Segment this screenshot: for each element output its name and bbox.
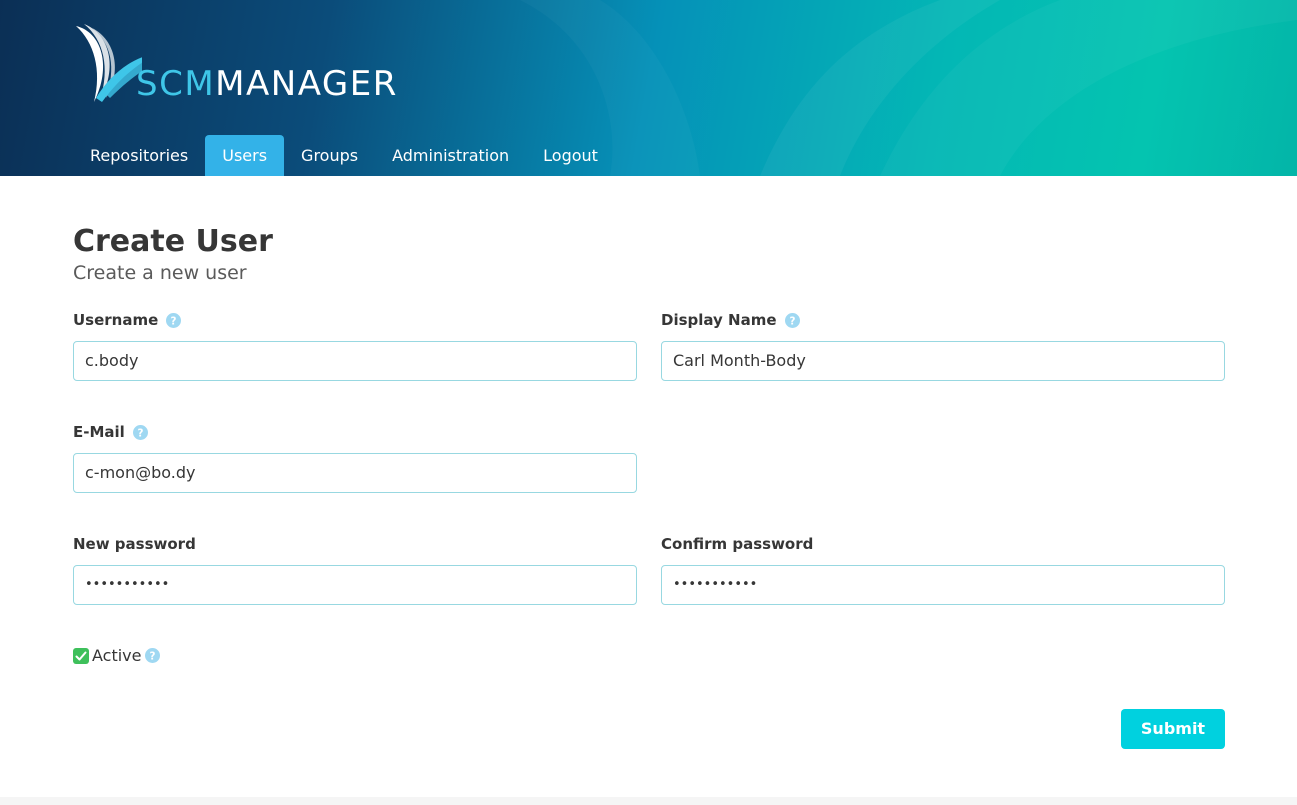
email-label: E-Mail <box>73 423 125 441</box>
display-name-input[interactable]: Carl Month-Body <box>661 341 1225 381</box>
svg-text:?: ? <box>137 427 143 439</box>
nav-item-repositories[interactable]: Repositories <box>73 135 205 176</box>
active-checkbox[interactable] <box>73 647 89 664</box>
active-help-icon[interactable]: ? <box>144 648 160 663</box>
username-help-icon[interactable]: ? <box>166 312 182 328</box>
display-name-help-icon[interactable]: ? <box>784 312 800 328</box>
svg-text:?: ? <box>149 650 155 662</box>
display-name-label-row: Display Name ? <box>661 311 800 329</box>
svg-text:?: ? <box>789 315 795 327</box>
main-nav: Repositories Users Groups Administration… <box>73 135 615 176</box>
active-label[interactable]: Active <box>92 646 142 665</box>
logo-mark-icon <box>76 24 142 102</box>
new-password-label-row: New password <box>73 535 196 553</box>
nav-item-groups[interactable]: Groups <box>284 135 375 176</box>
app-header: SCMMANAGER Repositories Users Groups Adm… <box>0 0 1297 176</box>
svg-text:?: ? <box>171 315 177 327</box>
nav-item-users[interactable]: Users <box>205 135 285 176</box>
new-password-label: New password <box>73 535 196 553</box>
logo-wordmark: SCMMANAGER <box>136 64 398 104</box>
username-input[interactable]: c.body <box>73 341 637 381</box>
confirm-password-input[interactable]: ••••••••••• <box>661 565 1225 605</box>
email-input[interactable]: c-mon@bo.dy <box>73 453 637 493</box>
logo-scm-text: SCM <box>136 64 216 104</box>
footer-strip <box>0 797 1297 805</box>
page-title: Create User <box>73 224 273 259</box>
confirm-password-label-row: Confirm password <box>661 535 813 553</box>
nav-item-administration[interactable]: Administration <box>375 135 526 176</box>
nav-item-logout[interactable]: Logout <box>526 135 615 176</box>
confirm-password-label: Confirm password <box>661 535 814 553</box>
username-label: Username <box>73 311 159 329</box>
logo-manager-text: MANAGER <box>215 64 398 104</box>
page-subtitle: Create a new user <box>73 262 247 284</box>
username-label-row: Username ? <box>73 311 182 329</box>
display-name-label: Display Name <box>661 311 777 329</box>
scm-manager-logo[interactable]: SCMMANAGER <box>72 22 412 104</box>
email-help-icon[interactable]: ? <box>132 424 148 440</box>
submit-button[interactable]: Submit <box>1121 709 1225 749</box>
email-label-row: E-Mail ? <box>73 423 148 441</box>
active-checkbox-row: Active ? <box>73 646 160 665</box>
new-password-input[interactable]: ••••••••••• <box>73 565 637 605</box>
